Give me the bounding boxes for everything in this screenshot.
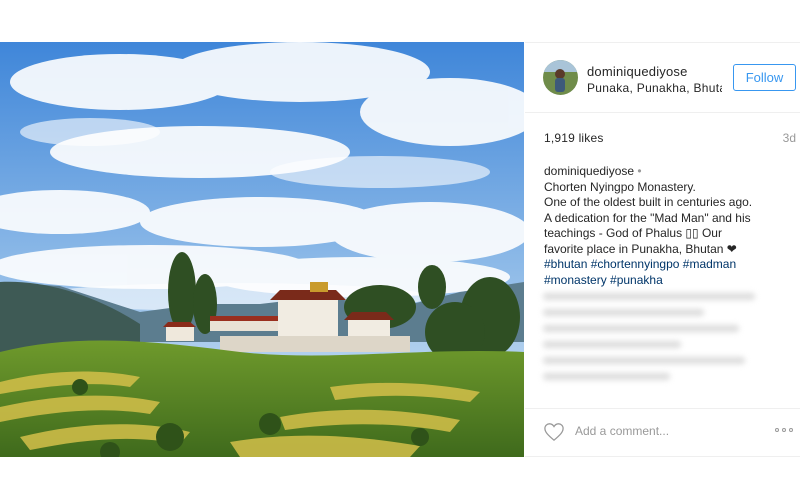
header-username[interactable]: dominiquediyose [587,64,688,79]
hashtag-line[interactable]: #bhutan #chortennyingpo #madman [544,257,776,273]
monastery-landscape-image [0,42,524,457]
caption-line: One of the oldest built in centuries ago… [544,195,753,209]
timestamp[interactable]: 3d [783,131,796,145]
caption-username[interactable]: dominiquediyose [544,164,634,178]
post-sidebar: dominiquediyose Punaka, Punakha, Bhutan … [525,42,800,457]
post-photo[interactable] [0,42,524,457]
avatar-image [543,60,578,95]
comment-bar [525,408,800,458]
caption: dominiquediyose • Chorten Nyingpo Monast… [544,164,776,288]
more-options-icon[interactable] [775,424,799,436]
blurred-comments [543,293,773,401]
comment-input[interactable] [575,421,755,441]
location-text: Punaka, Punakha, Bhutan [587,81,722,95]
hashtag-line[interactable]: #monastery #punakha [544,273,776,289]
heart-icon[interactable] [543,422,565,442]
likes-count[interactable]: 1,919 likes [544,131,604,145]
post-header: dominiquediyose Punaka, Punakha, Bhutan … [525,43,800,113]
avatar[interactable] [543,60,578,95]
caption-author: dominiquediyose • [544,164,776,180]
follow-button[interactable]: Follow [733,64,796,91]
caption-line: favorite place in Punakha, Bhutan ❤ [544,241,737,256]
caption-hashtags: #bhutan #chortennyingpo #madman #monaste… [544,257,776,288]
location-link[interactable]: Punaka, Punakha, Bhutan [587,81,722,95]
caption-separator: • [637,164,642,178]
caption-line: teachings - God of Phalus ▯▯ Our [544,226,722,240]
caption-line: Chorten Nyingpo Monastery. [544,179,696,194]
caption-line: A dedication for the "Mad Man" and his [544,210,751,225]
